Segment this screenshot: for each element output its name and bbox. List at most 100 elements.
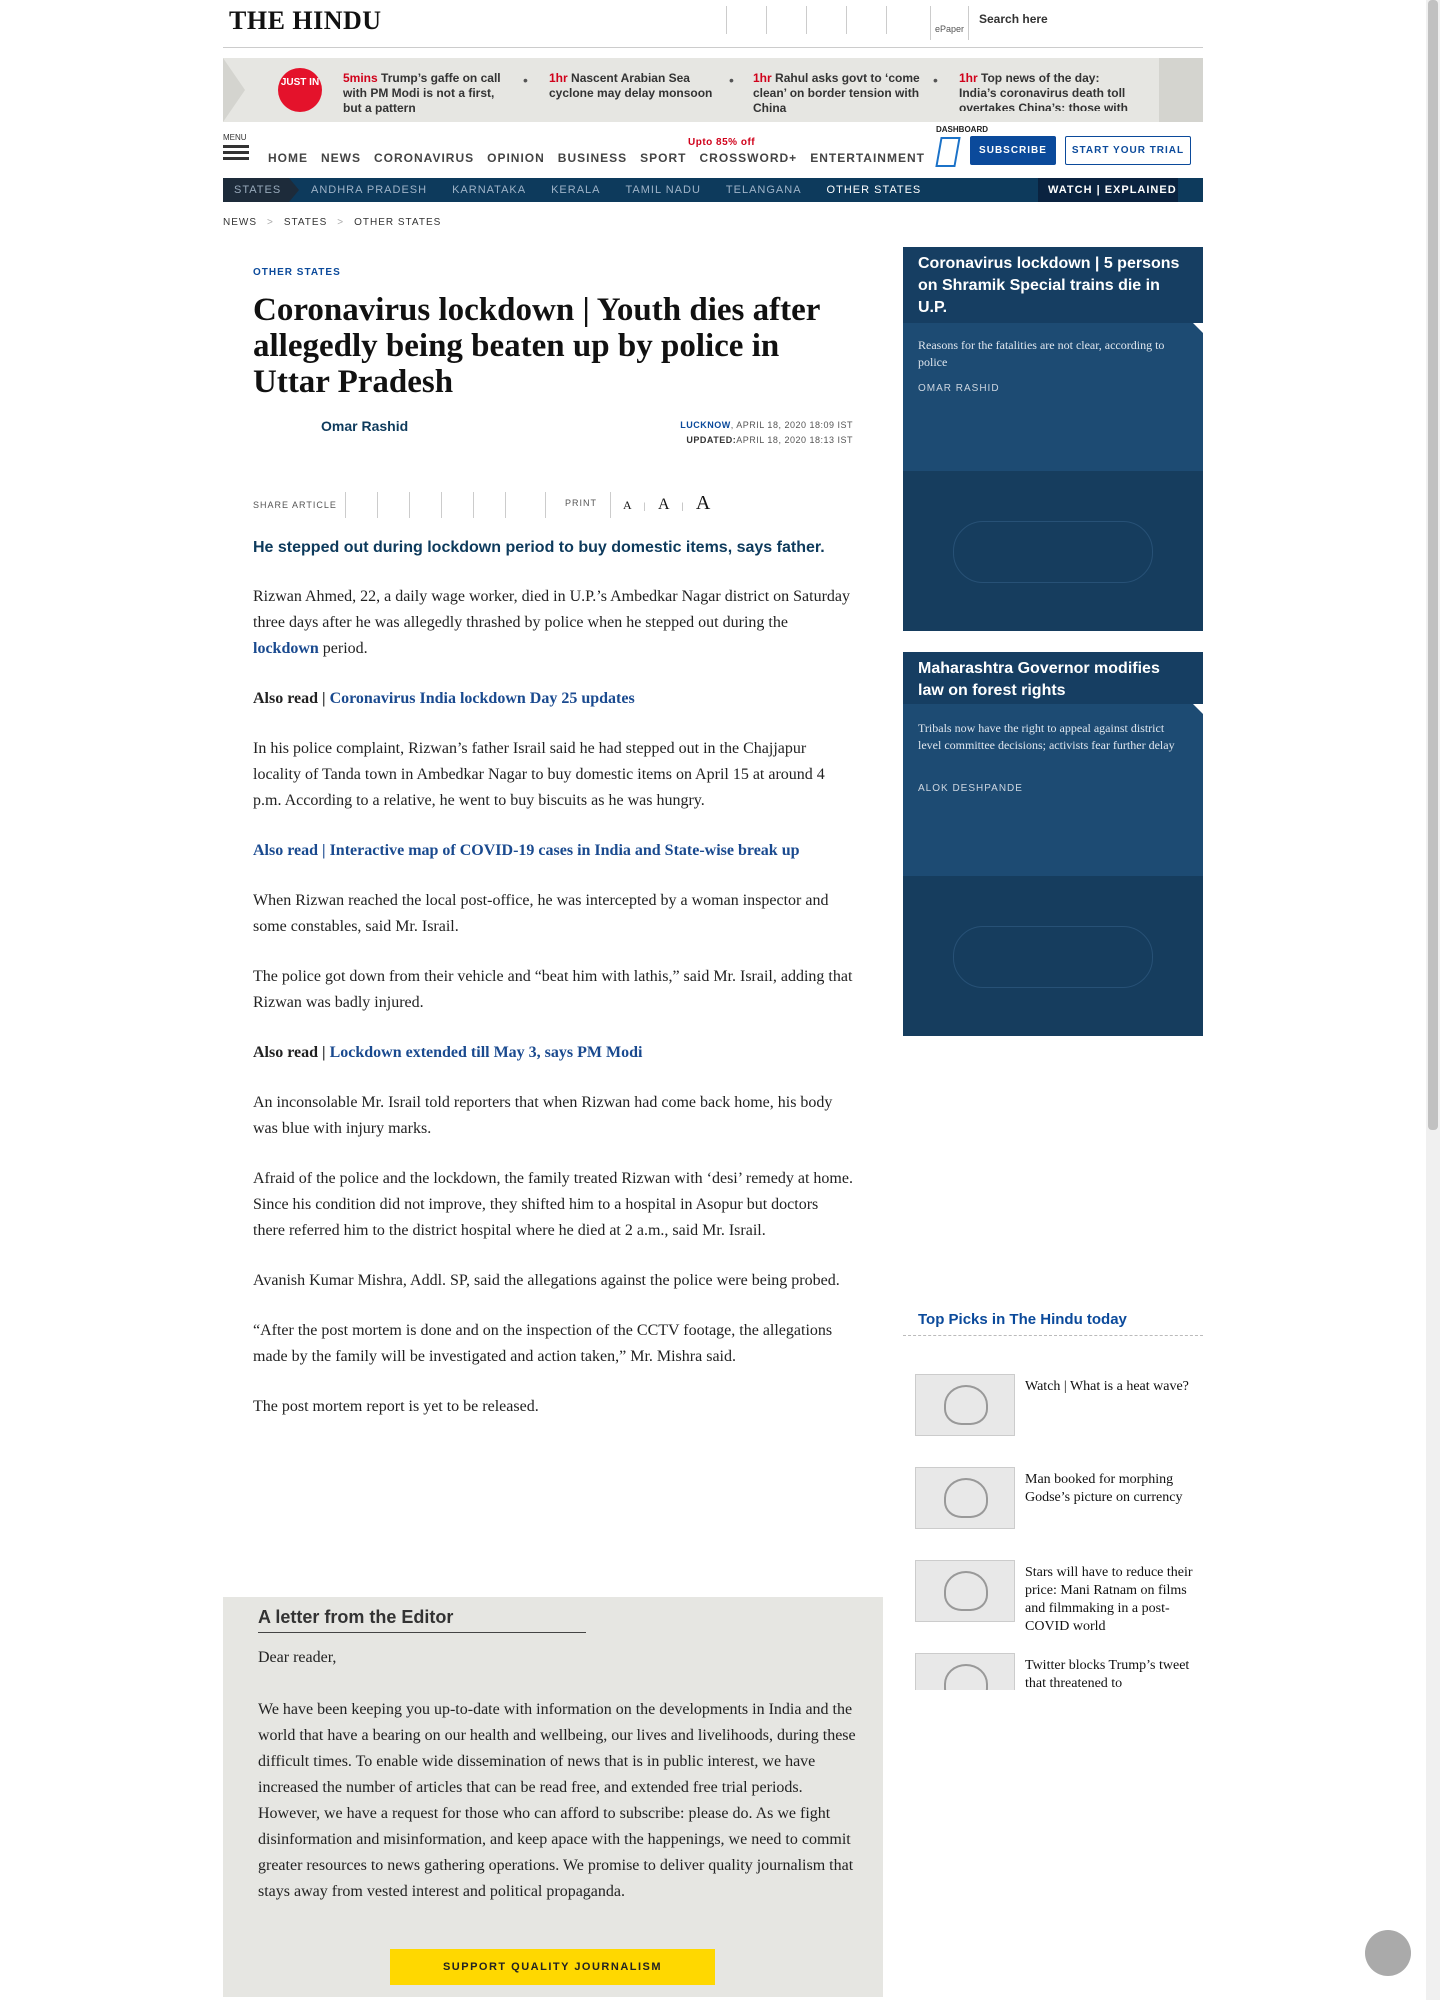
paragraph: Avanish Kumar Mishra, Addl. SP, said the… [253, 1272, 840, 1289]
share-facebook-icon[interactable] [345, 492, 346, 518]
card-author: OMAR RASHID [918, 383, 1000, 394]
ticker-prev-arrow[interactable] [223, 58, 245, 122]
states-label[interactable]: STATES [223, 178, 299, 202]
state-item[interactable]: TAMIL NADU [626, 184, 701, 196]
top-picks: Top Picks in The Hindu today Watch | Wha… [903, 1304, 1203, 1690]
print-divider [545, 492, 546, 518]
whatsapp-icon[interactable] [846, 6, 886, 34]
pick-title: Stars will have to reduce their price: M… [1025, 1565, 1193, 1634]
editor-greeting: Dear reader, [258, 1649, 337, 1666]
paragraph: Afraid of the police and the lockdown, t… [253, 1170, 853, 1239]
ticker-item[interactable]: 5mins Trump’s gaffe on call with PM Modi… [343, 71, 513, 116]
article-lead: He stepped out during lockdown period to… [253, 539, 825, 556]
pick-item[interactable]: Watch | What is a heat wave? [915, 1374, 1195, 1444]
start-trial-button[interactable]: START YOUR TRIAL [1065, 136, 1191, 165]
menu-button[interactable]: MENU [223, 133, 251, 163]
pick-thumbnail [915, 1467, 1015, 1529]
card-summary: Tribals now have the right to appeal aga… [918, 721, 1175, 752]
ticker-time: 1hr [753, 71, 772, 85]
masthead: THE HINDU ePaper Search here [223, 0, 1203, 48]
article-location: LUCKNOW [680, 420, 731, 430]
pick-item[interactable]: Man booked for morphing Godse’s picture … [915, 1467, 1195, 1537]
share-twitter-icon[interactable] [377, 492, 378, 518]
also-read: Also read | Lockdown extended till May 3… [253, 1040, 853, 1066]
state-item[interactable]: TELANGANA [726, 184, 802, 196]
sidebar-story-card[interactable]: Coronavirus lockdown | 5 persons on Shra… [903, 247, 1203, 631]
also-read-link[interactable]: Lockdown extended till May 3, says PM Mo… [330, 1044, 643, 1061]
card-title: Maharashtra Governor modifies law on for… [903, 652, 1203, 714]
nav-item-news[interactable]: NEWS [321, 151, 361, 165]
pick-item[interactable]: Twitter blocks Trump’s tweet that threat… [915, 1653, 1195, 1690]
font-large-button[interactable]: A [696, 492, 711, 514]
support-journalism-button[interactable]: SUPPORT QUALITY JOURNALISM [390, 1949, 715, 1985]
share-email-icon[interactable] [505, 492, 506, 518]
ticker-separator: • [933, 72, 938, 88]
nav-item-opinion[interactable]: OPINION [487, 151, 545, 165]
breadcrumb-item[interactable]: STATES [284, 217, 327, 228]
main-nav: HOME NEWS CORONAVIRUS OPINION BUSINESS S… [268, 151, 938, 165]
card-summary: Reasons for the fatalities are not clear… [918, 338, 1165, 369]
print-button[interactable]: PRINT [565, 498, 597, 508]
epaper-link[interactable]: ePaper [930, 6, 964, 40]
linkedin-icon[interactable] [806, 6, 846, 34]
ticker-next-arrow[interactable] [1159, 58, 1203, 122]
sidebar-story-card[interactable]: Maharashtra Governor modifies law on for… [903, 652, 1203, 1036]
share-whatsapp-icon[interactable] [441, 492, 442, 518]
ticker-time: 5mins [343, 71, 378, 85]
scrollbar[interactable] [1426, 0, 1440, 2000]
also-read-link[interactable]: Also read | Interactive map of COVID-19 … [253, 838, 853, 864]
ticker-time: 1hr [959, 71, 978, 85]
facebook-icon[interactable] [726, 6, 766, 34]
article-date: , APRIL 18, 2020 18:09 IST [730, 420, 853, 430]
emblem-placeholder-icon [953, 926, 1153, 988]
also-read-link[interactable]: Coronavirus India lockdown Day 25 update… [330, 690, 635, 707]
card-image [903, 876, 1203, 1036]
article-section[interactable]: OTHER STATES [253, 267, 853, 278]
state-item-active[interactable]: OTHER STATES [827, 184, 922, 196]
scroll-top-button[interactable] [1365, 1930, 1411, 1976]
share-reddit-icon[interactable] [473, 492, 474, 518]
scrollbar-thumb[interactable] [1428, 0, 1438, 1130]
font-size-controls: A | A | A [623, 492, 712, 514]
card-title: Coronavirus lockdown | 5 persons on Shra… [903, 247, 1203, 333]
state-item[interactable]: ANDHRA PRADESH [311, 184, 427, 196]
breadcrumb-item[interactable]: OTHER STATES [354, 217, 441, 228]
font-medium-button[interactable]: A [658, 496, 671, 513]
author-name[interactable]: Omar Rashid [321, 418, 408, 434]
ticker-separator: • [729, 72, 734, 88]
font-small-button[interactable]: A [623, 498, 633, 512]
breadcrumb-item[interactable]: NEWS [223, 217, 257, 228]
ticker-text: Rahul asks govt to ‘come clean’ on borde… [753, 71, 920, 115]
site-logo[interactable]: THE HINDU [229, 6, 382, 36]
nav-item-coronavirus[interactable]: CORONAVIRUS [374, 151, 474, 165]
dashboard-label: DASHBOARD [936, 125, 988, 134]
paragraph: “After the post mortem is done and on th… [253, 1322, 833, 1365]
share-linkedin-icon[interactable] [409, 492, 410, 518]
nav-item-crossword[interactable]: CROSSWORD+ [700, 151, 798, 165]
nav-item-entertainment[interactable]: ENTERTAINMENT [810, 151, 925, 165]
state-item[interactable]: KARNATAKA [452, 184, 526, 196]
ticker-item[interactable]: 1hr Rahul asks govt to ‘come clean’ on b… [753, 71, 923, 116]
dashboard-icon[interactable] [935, 137, 961, 167]
subscribe-button[interactable]: SUBSCRIBE [970, 136, 1056, 165]
lockdown-link[interactable]: lockdown [253, 640, 319, 657]
watch-explained-link[interactable]: WATCH | EXPLAINED [1038, 178, 1178, 202]
pick-item[interactable]: Stars will have to reduce their price: M… [915, 1560, 1195, 1634]
ticker-item[interactable]: 1hr Top news of the day: India’s coronav… [959, 71, 1129, 111]
paragraph-text: period. [318, 640, 368, 657]
article-body: OTHER STATES Coronavirus lockdown | Yout… [253, 247, 853, 1420]
search-input[interactable]: Search here [968, 6, 1203, 40]
nav-item-home[interactable]: HOME [268, 151, 308, 165]
crossword-offer: Upto 85% off [688, 137, 756, 148]
state-item[interactable]: KERALA [551, 184, 600, 196]
email-icon[interactable] [886, 6, 926, 34]
editor-letter-text: Dear reader, We have been keeping you up… [258, 1645, 858, 1905]
twitter-icon[interactable] [766, 6, 806, 34]
ticker-item[interactable]: 1hr Nascent Arabian Sea cyclone may dela… [549, 71, 719, 101]
paragraph: Rizwan Ahmed, 22, a daily wage worker, d… [253, 584, 853, 662]
nav-item-sport[interactable]: SPORT [640, 151, 686, 165]
ticker-text: Top news of the day: India’s coronavirus… [959, 71, 1128, 111]
nav-item-business[interactable]: BUSINESS [558, 151, 627, 165]
editor-body: We have been keeping you up-to-date with… [258, 1701, 856, 1900]
updated-label: UPDATED: [686, 435, 737, 445]
